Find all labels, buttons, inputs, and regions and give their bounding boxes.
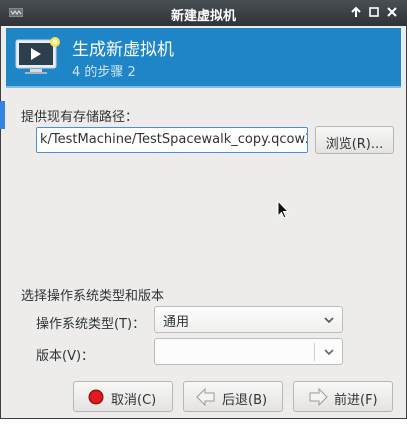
back-button[interactable]: 后退(B) — [183, 381, 283, 412]
title-bar: 新建虚拟机 — [0, 0, 407, 26]
combo-separator — [314, 343, 315, 361]
chevron-down-icon — [324, 317, 334, 324]
forward-button[interactable]: 前进(F) — [293, 381, 393, 412]
browse-button[interactable]: 浏览(R)... — [315, 126, 394, 154]
storage-path-input[interactable]: k/TestMachine/TestSpacewalk_copy.qcow2 — [36, 127, 308, 153]
os-version-label: 版本(V)： — [36, 349, 95, 364]
stop-icon — [88, 389, 104, 405]
os-type-combobox[interactable]: 通用 — [154, 306, 343, 333]
close-icon[interactable] — [385, 5, 399, 19]
arrow-right-icon — [309, 388, 328, 406]
maximize-up-icon[interactable] — [349, 5, 363, 19]
restore-icon[interactable] — [367, 5, 381, 19]
cancel-button-label: 取消(C) — [111, 393, 157, 408]
forward-button-label: 前进(F) — [334, 393, 378, 408]
os-type-label: 操作系统类型(T)： — [36, 317, 146, 332]
os-version-combobox[interactable] — [154, 338, 343, 365]
wizard-step-indicator: 4 的步骤 2 — [72, 65, 136, 80]
browse-button-label: 浏览(R)... — [325, 137, 384, 152]
back-button-label: 后退(B) — [222, 393, 268, 408]
cancel-button[interactable]: 取消(C) — [73, 381, 173, 412]
wizard-header: 生成新虚拟机 4 的步骤 2 — [6, 28, 401, 88]
virtual-machine-monitor-icon — [15, 37, 60, 74]
os-type-value: 通用 — [163, 315, 190, 330]
os-section-label: 选择操作系统类型和版本 — [21, 289, 165, 304]
storage-path-label: 提供现有存储路径： — [21, 110, 139, 125]
wizard-title: 生成新虚拟机 — [72, 40, 174, 60]
mouse-pointer-icon — [277, 200, 289, 219]
chevron-down-icon — [324, 349, 334, 356]
window-title: 新建虚拟机 — [170, 9, 236, 24]
arrow-left-icon — [196, 388, 215, 406]
focus-accent-bar — [0, 101, 5, 129]
